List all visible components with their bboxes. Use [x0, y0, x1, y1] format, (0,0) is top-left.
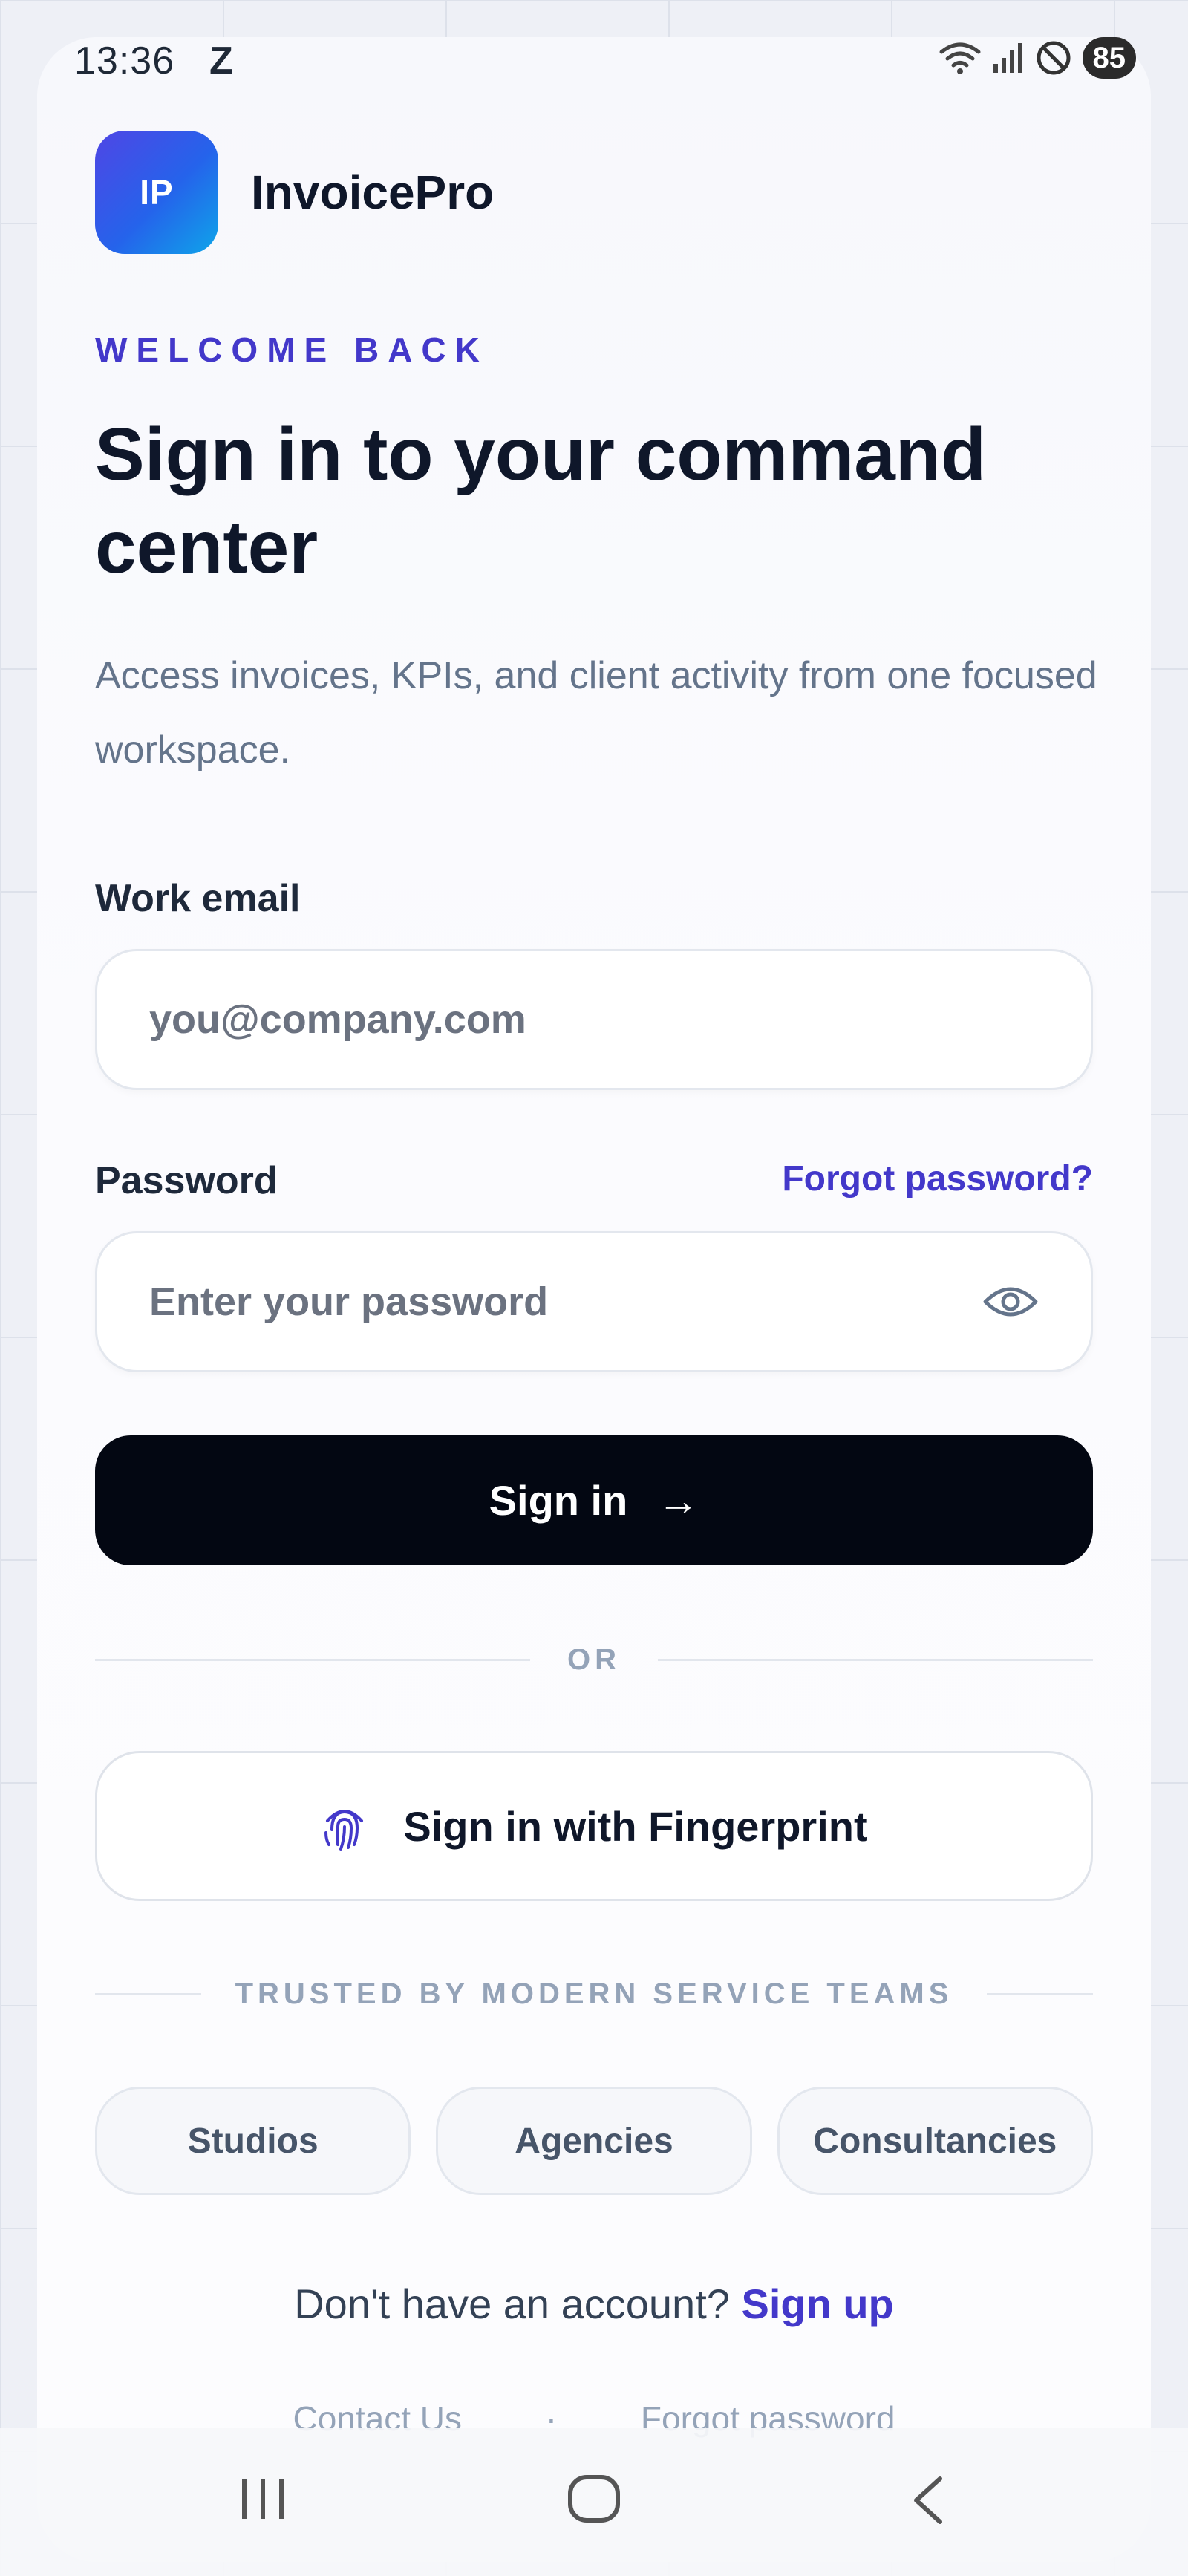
trusted-line-left: [95, 1992, 201, 1995]
forgot-password-link[interactable]: Forgot password?: [782, 1158, 1093, 1199]
brand-header: IP InvoicePro: [95, 131, 494, 254]
wifi-icon: [939, 42, 980, 74]
team-chips: Studios Agencies Consultancies: [95, 2087, 1093, 2195]
recent-apps-icon[interactable]: [236, 2474, 290, 2523]
email-field-container: [95, 949, 1093, 1090]
trusted-text: TRUSTED BY MODERN SERVICE TEAMS: [235, 1977, 953, 2010]
fingerprint-sign-in-button[interactable]: Sign in with Fingerprint: [95, 1751, 1093, 1901]
email-label: Work email: [95, 877, 301, 920]
app-logo: IP: [95, 131, 218, 254]
arrow-right-icon: →: [657, 1477, 699, 1524]
sign-in-label: Sign in: [489, 1477, 628, 1524]
password-label: Password: [95, 1159, 278, 1202]
status-indicator: Z: [209, 39, 233, 82]
do-not-disturb-icon: [1037, 41, 1070, 75]
home-icon[interactable]: [566, 2474, 622, 2523]
status-bar: 13:36 Z 85: [0, 0, 1188, 89]
system-navigation-bar: [0, 2428, 1188, 2576]
signal-icon: [993, 43, 1022, 73]
page-title: Sign in to your command center: [95, 413, 987, 589]
chip-consultancies: Consultancies: [777, 2087, 1093, 2195]
divider-line-right: [658, 1658, 1093, 1661]
chip-agencies: Agencies: [436, 2087, 752, 2195]
status-icons: 85: [939, 37, 1136, 79]
password-field-container: [95, 1231, 1093, 1372]
fingerprint-icon: [324, 1810, 364, 1851]
divider-line-left: [95, 1658, 530, 1661]
status-time: 13:36: [74, 39, 175, 82]
sign-in-button[interactable]: Sign in →: [95, 1435, 1093, 1565]
signup-prompt: Don't have an account? Sign up: [0, 2280, 1188, 2328]
or-text: OR: [567, 1643, 621, 1676]
sign-up-link[interactable]: Sign up: [741, 2280, 893, 2327]
brand-name: InvoicePro: [251, 166, 495, 219]
trusted-heading: TRUSTED BY MODERN SERVICE TEAMS: [95, 1975, 1093, 2012]
signup-prompt-text: Don't have an account?: [294, 2280, 730, 2327]
show-password-icon[interactable]: [982, 1282, 1039, 1321]
password-field[interactable]: [149, 1279, 967, 1325]
back-icon[interactable]: [907, 2474, 949, 2526]
or-divider: OR: [95, 1641, 1093, 1678]
page-subtitle: Access invoices, KPIs, and client activi…: [95, 654, 1097, 772]
chip-studios: Studios: [95, 2087, 411, 2195]
trusted-line-right: [987, 1992, 1093, 1995]
eyebrow-text: WELCOME BACK: [95, 330, 489, 369]
battery-indicator: 85: [1082, 37, 1136, 79]
email-field[interactable]: [149, 997, 1039, 1043]
fingerprint-label: Sign in with Fingerprint: [403, 1802, 868, 1850]
